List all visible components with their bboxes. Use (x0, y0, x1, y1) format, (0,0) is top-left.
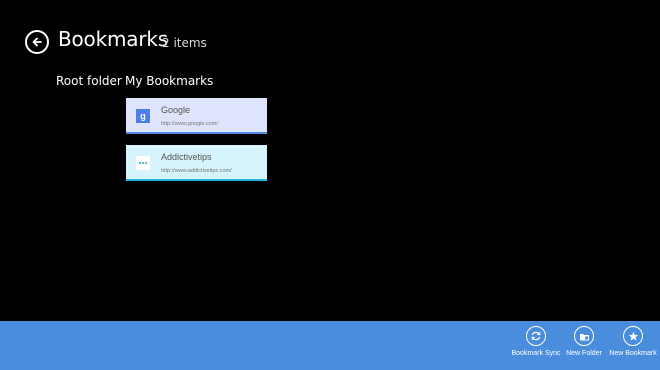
command-circle (574, 326, 594, 346)
back-arrow-icon (32, 37, 42, 47)
app-bar: Bookmark Sync New Folder New Bookmark (0, 321, 660, 370)
favicon-dot (142, 162, 144, 164)
star-icon (628, 331, 638, 341)
bookmarks-page: Bookmarks 2 items Root folder My Bookmar… (0, 0, 660, 370)
bookmark-tile-google[interactable]: g Google http://www.google.com/ (126, 98, 267, 134)
bookmark-name: Addictivetips (161, 152, 212, 162)
google-favicon-icon: g (136, 109, 150, 123)
page-title: Bookmarks (58, 27, 168, 51)
item-count: 2 items (162, 36, 207, 50)
folder-icon (579, 333, 589, 340)
command-circle (623, 326, 643, 346)
sync-icon (531, 331, 541, 341)
breadcrumb-current-folder: My Bookmarks (125, 74, 214, 88)
new-folder-button[interactable]: New Folder (556, 326, 612, 358)
new-bookmark-button[interactable]: New Bookmark (605, 326, 660, 358)
bookmark-url: http://www.google.com/ (161, 121, 218, 127)
command-circle (526, 326, 546, 346)
bookmark-url: http://www.addictivetips.com/ (161, 168, 232, 174)
breadcrumb-root-folder[interactable]: Root folder (56, 74, 122, 88)
bookmark-sync-label: Bookmark Sync (511, 350, 561, 357)
new-bookmark-label: New Bookmark (609, 350, 657, 357)
favicon-dot (145, 162, 147, 164)
favicon-dot (139, 162, 141, 164)
back-button[interactable] (25, 30, 49, 54)
addictivetips-favicon-icon (136, 156, 150, 170)
bookmark-name: Google (161, 105, 191, 115)
new-folder-label: New Folder (566, 350, 602, 357)
bookmark-tile-addictivetips[interactable]: Addictivetips http://www.addictivetips.c… (126, 145, 267, 181)
